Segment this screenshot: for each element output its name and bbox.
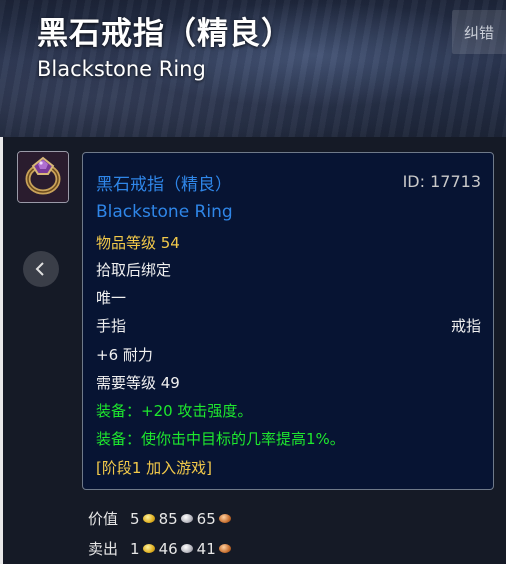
item-equip-effect-1: 装备：+20 攻击强度。 [96,402,253,420]
item-unique: 唯一 [96,289,127,307]
item-header-banner: 黑石戒指（精良） Blackstone Ring 纠错 [0,0,506,137]
price-sell-label: 卖出 [88,540,119,558]
item-name: 黑石戒指（精良） [96,175,232,195]
item-stat: +6 耐力 [96,346,153,364]
ring-icon [18,152,68,202]
sell-copper-amount: 41 [196,539,216,558]
page-title: 黑石戒指（精良） [37,16,293,52]
value-copper-amount: 65 [196,509,216,528]
item-id: ID: 17713 [402,172,481,191]
item-icon-frame[interactable] [17,151,69,203]
item-level: 物品等级 54 [96,234,180,252]
gold-coin-icon [142,514,155,523]
item-name-english: Blackstone Ring [96,202,233,222]
price-value-label: 价值 [88,510,119,528]
chevron-left-icon [35,262,44,276]
page-subtitle: Blackstone Ring [37,57,206,81]
copper-coin-icon [218,544,231,553]
gold-coin-icon [142,544,155,553]
silver-coin-icon [180,544,193,553]
back-button[interactable] [23,251,59,287]
item-slot: 手指 [96,317,127,335]
item-tooltip: 黑石戒指（精良） ID: 17713 Blackstone Ring 物品等级 … [82,152,494,490]
value-gold-amount: 5 [130,509,140,528]
correction-button[interactable]: 纠错 [452,10,506,54]
price-value-row: 价值 5 85 65 [88,508,235,529]
item-type: 戒指 [450,317,481,335]
item-equip-effect-2: 装备：使你击中目标的几率提高1%。 [96,430,345,448]
price-sell-row: 卖出 1 46 41 [88,538,235,559]
value-silver-amount: 85 [158,509,178,528]
item-required-level: 需要等级 49 [96,374,180,392]
item-phase: [阶段1 加入游戏] [96,459,213,477]
silver-coin-icon [180,514,193,523]
sell-silver-amount: 46 [158,539,178,558]
item-binding: 拾取后绑定 [96,261,172,279]
copper-coin-icon [218,514,231,523]
left-edge-strip [0,137,3,564]
sell-gold-amount: 1 [130,539,140,558]
